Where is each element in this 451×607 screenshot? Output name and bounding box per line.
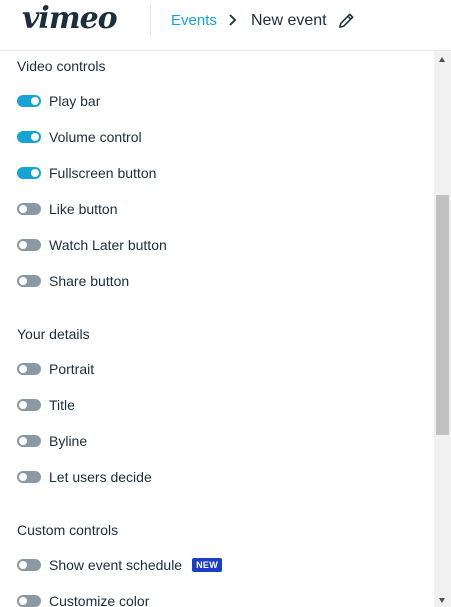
toggle-switch[interactable] xyxy=(17,203,41,215)
new-badge: NEW xyxy=(192,558,222,572)
section-title-video-controls: Video controls xyxy=(17,58,106,74)
toggle-switch[interactable] xyxy=(17,275,41,287)
toggle-label: Play bar xyxy=(49,92,101,109)
vertical-scrollbar[interactable] xyxy=(434,51,451,607)
toggle-row-customize-color[interactable]: Customize color xyxy=(17,591,149,607)
toggle-row-portrait[interactable]: Portrait xyxy=(17,359,94,379)
toggle-label: Byline xyxy=(49,432,88,449)
toggle-row-play-bar[interactable]: Play bar xyxy=(17,91,100,111)
toggle-switch[interactable] xyxy=(17,471,41,483)
toggle-row-volume-control[interactable]: Volume control xyxy=(17,127,142,147)
toggle-switch[interactable] xyxy=(17,595,41,607)
toggle-row-let-users-decide[interactable]: Let users decide xyxy=(17,467,152,487)
toggle-label: Like button xyxy=(49,200,118,217)
toggle-row-byline[interactable]: Byline xyxy=(17,431,87,451)
toggle-label: Customize color xyxy=(49,592,150,607)
toggle-switch[interactable] xyxy=(17,131,41,143)
toggle-label: Let users decide xyxy=(49,468,152,485)
toggle-switch[interactable] xyxy=(17,559,41,571)
toggle-row-fullscreen-button[interactable]: Fullscreen button xyxy=(17,163,156,183)
scrollbar-thumb[interactable] xyxy=(436,195,449,435)
breadcrumb-events-link[interactable]: Events xyxy=(171,12,217,30)
toggle-label: Watch Later button xyxy=(49,236,167,253)
toggle-row-title[interactable]: Title xyxy=(17,395,75,415)
toggle-row-watch-later-button[interactable]: Watch Later button xyxy=(17,235,167,255)
toggle-row-show-event-schedule[interactable]: Show event schedule NEW xyxy=(17,555,222,575)
toggle-switch[interactable] xyxy=(17,435,41,447)
toggle-switch[interactable] xyxy=(17,363,41,375)
toggle-label: Portrait xyxy=(49,360,95,377)
scroll-down-arrow-icon[interactable] xyxy=(439,598,445,603)
header-divider xyxy=(150,4,151,36)
toggle-row-share-button[interactable]: Share button xyxy=(17,271,129,291)
section-title-your-details: Your details xyxy=(17,326,90,342)
pencil-icon[interactable] xyxy=(337,11,356,30)
player-settings-panel: Video controls Play bar Volume control F… xyxy=(0,51,434,607)
toggle-switch[interactable] xyxy=(17,239,41,251)
chevron-right-icon xyxy=(229,14,237,26)
toggle-row-like-button[interactable]: Like button xyxy=(17,199,118,219)
toggle-label: Fullscreen button xyxy=(49,164,157,181)
scroll-up-arrow-icon[interactable] xyxy=(439,57,445,62)
toggle-label: Share button xyxy=(49,272,130,289)
toggle-switch[interactable] xyxy=(17,95,41,107)
section-title-custom-controls: Custom controls xyxy=(17,522,119,538)
event-name-title: New event xyxy=(251,12,327,29)
toggle-label: Title xyxy=(49,396,75,413)
toggle-switch[interactable] xyxy=(17,167,41,179)
toggle-label: Show event schedule xyxy=(49,556,183,573)
toggle-switch[interactable] xyxy=(17,399,41,411)
top-bar: vimeo Events New event xyxy=(0,0,451,51)
toggle-label: Volume control xyxy=(49,128,142,145)
vimeo-logo[interactable]: vimeo xyxy=(22,2,118,36)
